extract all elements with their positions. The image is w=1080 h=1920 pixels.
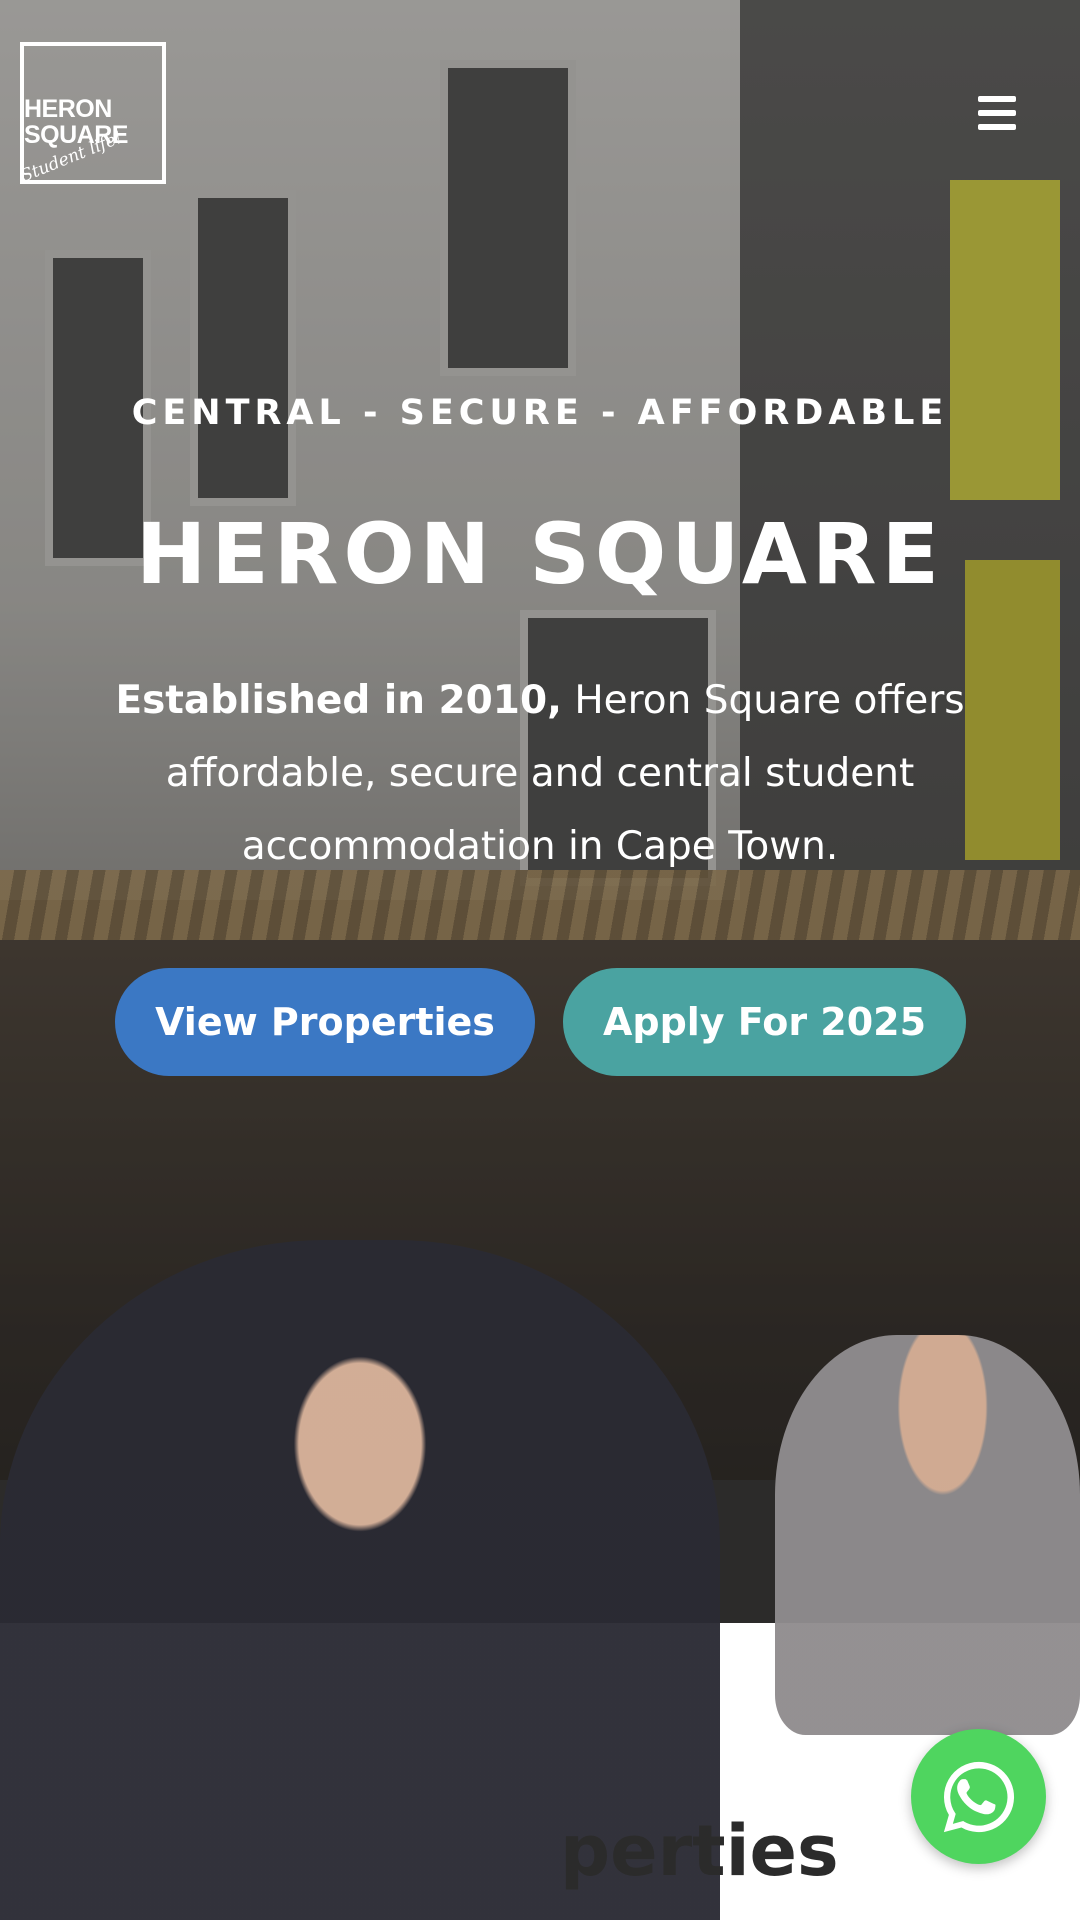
hamburger-menu-icon[interactable]: [978, 96, 1016, 130]
whatsapp-glyph: [943, 1761, 1014, 1832]
properties-section-title: perties: [560, 1810, 839, 1892]
menu-bar: [978, 96, 1016, 102]
hero-eyebrow: CENTRAL - SECURE - AFFORDABLE: [131, 393, 949, 433]
logo-text-heron: HERON: [24, 95, 112, 123]
view-properties-button[interactable]: View Properties: [115, 968, 535, 1076]
menu-bar: [978, 124, 1016, 130]
hero-intro: Established in 2010, Heron Square offers…: [40, 664, 1040, 883]
intro-bold: Established in 2010,: [115, 678, 562, 723]
menu-bar: [978, 110, 1016, 116]
whatsapp-icon[interactable]: [911, 1729, 1046, 1864]
man-writing-sticker: [775, 1335, 1080, 1735]
hero-title: HERON SQUARE: [136, 505, 944, 603]
apply-button[interactable]: Apply For 2025: [563, 968, 966, 1076]
